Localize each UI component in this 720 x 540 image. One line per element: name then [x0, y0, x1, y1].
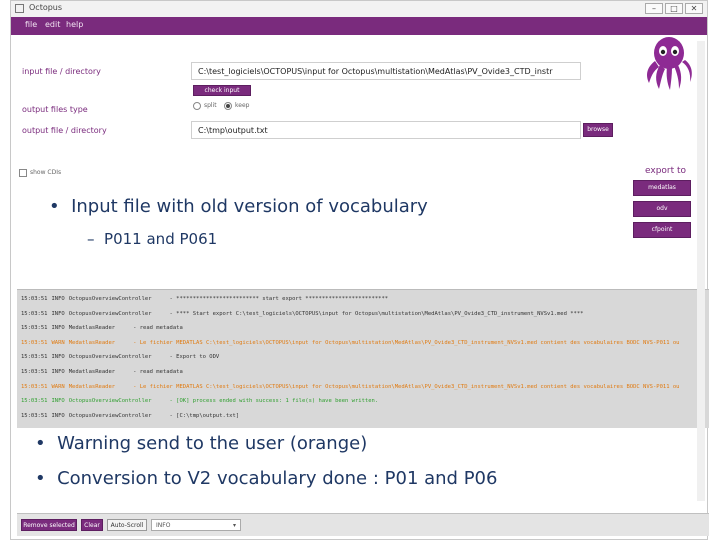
log-time: 15:03:51 [21, 339, 48, 346]
log-time: 15:03:51 [21, 412, 48, 419]
log-level: INFO [51, 354, 65, 361]
log-row[interactable]: 15:03:51 WARN MedatlasReader - Le fichier M… [21, 340, 683, 346]
log-row[interactable]: 15:03:51 INFO MedatlasReader - read metadat… [21, 325, 187, 331]
log-source: MedatlasReader [68, 339, 116, 346]
log-message: - Le fichier MEDATLAS C:\test_logiciels\… [133, 339, 680, 346]
radio-split-label: split [204, 102, 217, 109]
log-source: MedatlasReader [68, 383, 116, 390]
log-source: OctopusOverviewController [68, 398, 152, 405]
slide-bullet-1-text: Input file with old version of vocabular… [71, 196, 428, 217]
log-row[interactable]: 15:03:51 INFO OctopusOverviewController - *… [21, 296, 392, 302]
log-source: OctopusOverviewController [68, 310, 152, 317]
log-message: - [OK] process ended with success: 1 fil… [169, 398, 379, 405]
log-level: INFO [51, 412, 65, 419]
log-time: 15:03:51 [21, 369, 48, 375]
slide-bullet-1: • Input file with old version of vocabul… [49, 196, 428, 217]
input-label: input file / directory [22, 67, 101, 76]
radio-keep-label: keep [235, 102, 250, 109]
log-message: - Le fichier MEDATLAS C:\test_logiciels\… [133, 383, 680, 390]
output-type-label: output files type [22, 105, 88, 114]
log-time: 15:03:51 [21, 354, 48, 361]
minimize-icon[interactable]: – [645, 3, 663, 14]
log-source: MedatlasReader [68, 369, 116, 375]
log-message: - ************************* start export… [169, 296, 389, 302]
log-row[interactable]: 15:03:51 INFO OctopusOverviewController - E… [21, 354, 223, 360]
log-level: INFO [51, 369, 65, 375]
close-icon[interactable]: ✕ [685, 3, 703, 14]
log-time: 15:03:51 [21, 325, 48, 332]
browse-button[interactable]: browse [583, 123, 613, 137]
menu-edit[interactable]: edit [45, 20, 60, 29]
log-row[interactable]: 15:03:51 INFO OctopusOverviewController - *… [21, 311, 587, 317]
menu-file[interactable]: file [25, 20, 37, 29]
log-source: OctopusOverviewController [68, 354, 152, 361]
clear-button[interactable]: Clear [81, 519, 103, 531]
log-source: MedatlasReader [68, 325, 116, 332]
log-level: INFO [51, 296, 65, 302]
auto-scroll-toggle[interactable]: Auto-Scroll [107, 519, 147, 531]
check-input-format-button[interactable]: check input format [193, 85, 251, 103]
log-panel[interactable]: 15:03:51 INFO OctopusOverviewController - *… [17, 289, 709, 428]
slide-bullet-2: • Warning send to the user (orange) [35, 433, 368, 454]
log-message: - Export to ODV [169, 354, 220, 361]
log-time: 15:03:51 [21, 398, 48, 405]
window-title: Octopus [29, 3, 63, 12]
slide-subbullet-1: – P011 and P061 [87, 230, 218, 248]
log-message: - read metadata [133, 369, 183, 375]
title-bar: Octopus – □ ✕ [11, 1, 707, 18]
slide-bullet-2-text: Warning send to the user (orange) [57, 433, 368, 454]
log-level: INFO [51, 310, 65, 317]
radio-split[interactable] [193, 102, 201, 110]
output-path-field[interactable]: C:\tmp\output.txt [191, 121, 581, 139]
show-cdis-label: show CDIs [30, 169, 62, 176]
log-row[interactable]: 15:03:51 INFO OctopusOverviewController - [… [21, 413, 243, 419]
chevron-down-icon: ▾ [232, 522, 236, 529]
export-cfpoint-button[interactable]: cfpoint [633, 222, 691, 238]
log-message: - **** Start export C:\test_logiciels\OC… [169, 310, 584, 317]
log-time: 15:03:51 [21, 383, 48, 390]
remove-selected-button[interactable]: Remove selected [21, 519, 77, 531]
log-row[interactable]: 15:03:51 WARN MedatlasReader - Le fichier M… [21, 384, 683, 390]
octopus-logo [647, 37, 692, 90]
log-row[interactable]: 15:03:51 INFO MedatlasReader - read metadat… [21, 369, 187, 375]
log-message: - read metadata [133, 325, 183, 332]
log-source: OctopusOverviewController [68, 412, 152, 419]
log-level: WARN [51, 339, 65, 346]
log-level: INFO [51, 325, 65, 332]
radio-keep[interactable] [224, 102, 232, 110]
input-path-field[interactable]: C:\test_logiciels\OCTOPUS\input for Octo… [191, 62, 581, 80]
export-medatlas-button[interactable]: medatlas [633, 180, 691, 196]
scrollbar[interactable] [697, 41, 705, 501]
log-level-select[interactable]: INFO ▾ [151, 519, 241, 531]
log-time: 15:03:51 [21, 310, 48, 317]
slide-bullet-3: • Conversion to V2 vocabulary done : P01… [35, 468, 498, 489]
log-level: WARN [51, 383, 65, 390]
menu-bar: file edit help [11, 17, 707, 35]
export-odv-button[interactable]: odv [633, 201, 691, 217]
show-cdis-checkbox[interactable] [19, 169, 27, 177]
log-time: 15:03:51 [21, 296, 48, 302]
app-icon [15, 4, 24, 13]
slide-subbullet-1-text: P011 and P061 [104, 230, 218, 248]
log-row[interactable]: 15:03:51 INFO OctopusOverviewController - [… [21, 398, 382, 404]
output-label: output file / directory [22, 126, 107, 135]
log-message: - [C:\tmp\output.txt] [169, 412, 240, 419]
export-title: export to [645, 166, 687, 176]
log-toolbar: Remove selected Clear Auto-Scroll INFO ▾ [17, 513, 709, 536]
menu-help[interactable]: help [66, 20, 83, 29]
log-source: OctopusOverviewController [68, 296, 152, 302]
log-level-value: INFO [156, 522, 171, 529]
maximize-icon[interactable]: □ [665, 3, 683, 14]
slide-bullet-3-text: Conversion to V2 vocabulary done : P01 a… [57, 468, 498, 489]
app-window: Octopus – □ ✕ file edit help input file … [10, 0, 709, 540]
log-level: INFO [51, 398, 65, 405]
